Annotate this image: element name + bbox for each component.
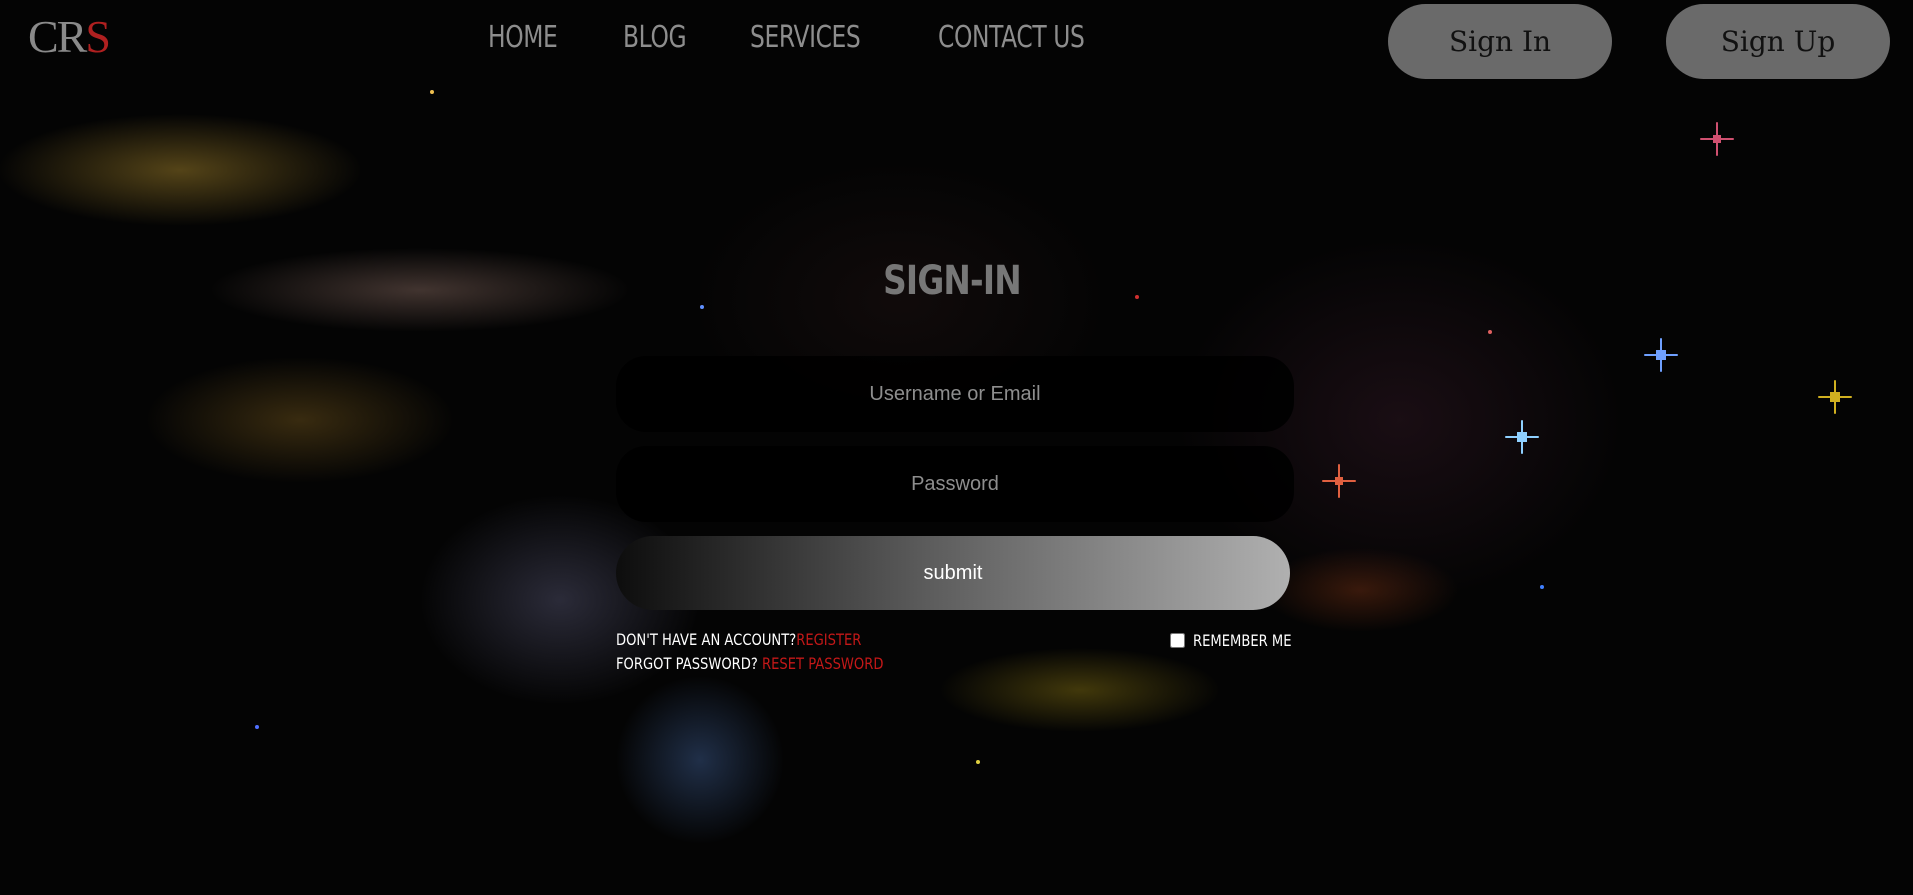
sign-in-button[interactable]: Sign In <box>1388 4 1612 79</box>
remember-me-option[interactable]: REMEMBER ME <box>1170 631 1313 650</box>
background-flare <box>1830 392 1840 402</box>
username-email-field[interactable] <box>616 356 1294 432</box>
logo-accent-letter: S <box>85 11 111 62</box>
submit-button[interactable]: submit <box>616 536 1290 610</box>
remember-me-checkbox[interactable] <box>1170 633 1185 648</box>
background-flare <box>1713 135 1721 143</box>
background-sparkle <box>700 305 704 309</box>
background-sparkle <box>430 90 434 94</box>
background-sparkle <box>1488 330 1492 334</box>
form-links: DON'T HAVE AN ACCOUNT?REGISTER FORGOT PA… <box>616 628 942 676</box>
nav-link-contact-us[interactable]: CONTACT US <box>938 20 1085 55</box>
forgot-line: FORGOT PASSWORD? RESET PASSWORD <box>616 652 883 676</box>
remember-me-label: REMEMBER ME <box>1193 631 1292 650</box>
background-flare <box>1656 350 1666 360</box>
password-field[interactable] <box>616 446 1294 522</box>
background-sparkle <box>976 760 980 764</box>
background-flare <box>1335 477 1343 485</box>
nav-link-home[interactable]: HOME <box>488 20 558 55</box>
site-logo[interactable]: CRS <box>28 10 111 63</box>
main-nav: HOME BLOG SERVICES CONTACT US <box>488 20 1125 55</box>
register-line: DON'T HAVE AN ACCOUNT?REGISTER <box>616 628 883 652</box>
nav-link-blog[interactable]: BLOG <box>623 20 687 55</box>
background-sparkle <box>1540 585 1544 589</box>
logo-text: CR <box>28 11 87 62</box>
background-sparkle <box>255 725 259 729</box>
form-title: SIGN-IN <box>883 258 1022 304</box>
nav-link-services[interactable]: SERVICES <box>750 20 861 55</box>
no-account-text: DON'T HAVE AN ACCOUNT? <box>616 630 797 649</box>
sign-up-button[interactable]: Sign Up <box>1666 4 1890 79</box>
forgot-password-text: FORGOT PASSWORD? <box>616 654 763 673</box>
background-flare <box>1517 432 1527 442</box>
register-link[interactable]: REGISTER <box>796 630 861 649</box>
reset-password-link[interactable]: RESET PASSWORD <box>762 654 883 673</box>
